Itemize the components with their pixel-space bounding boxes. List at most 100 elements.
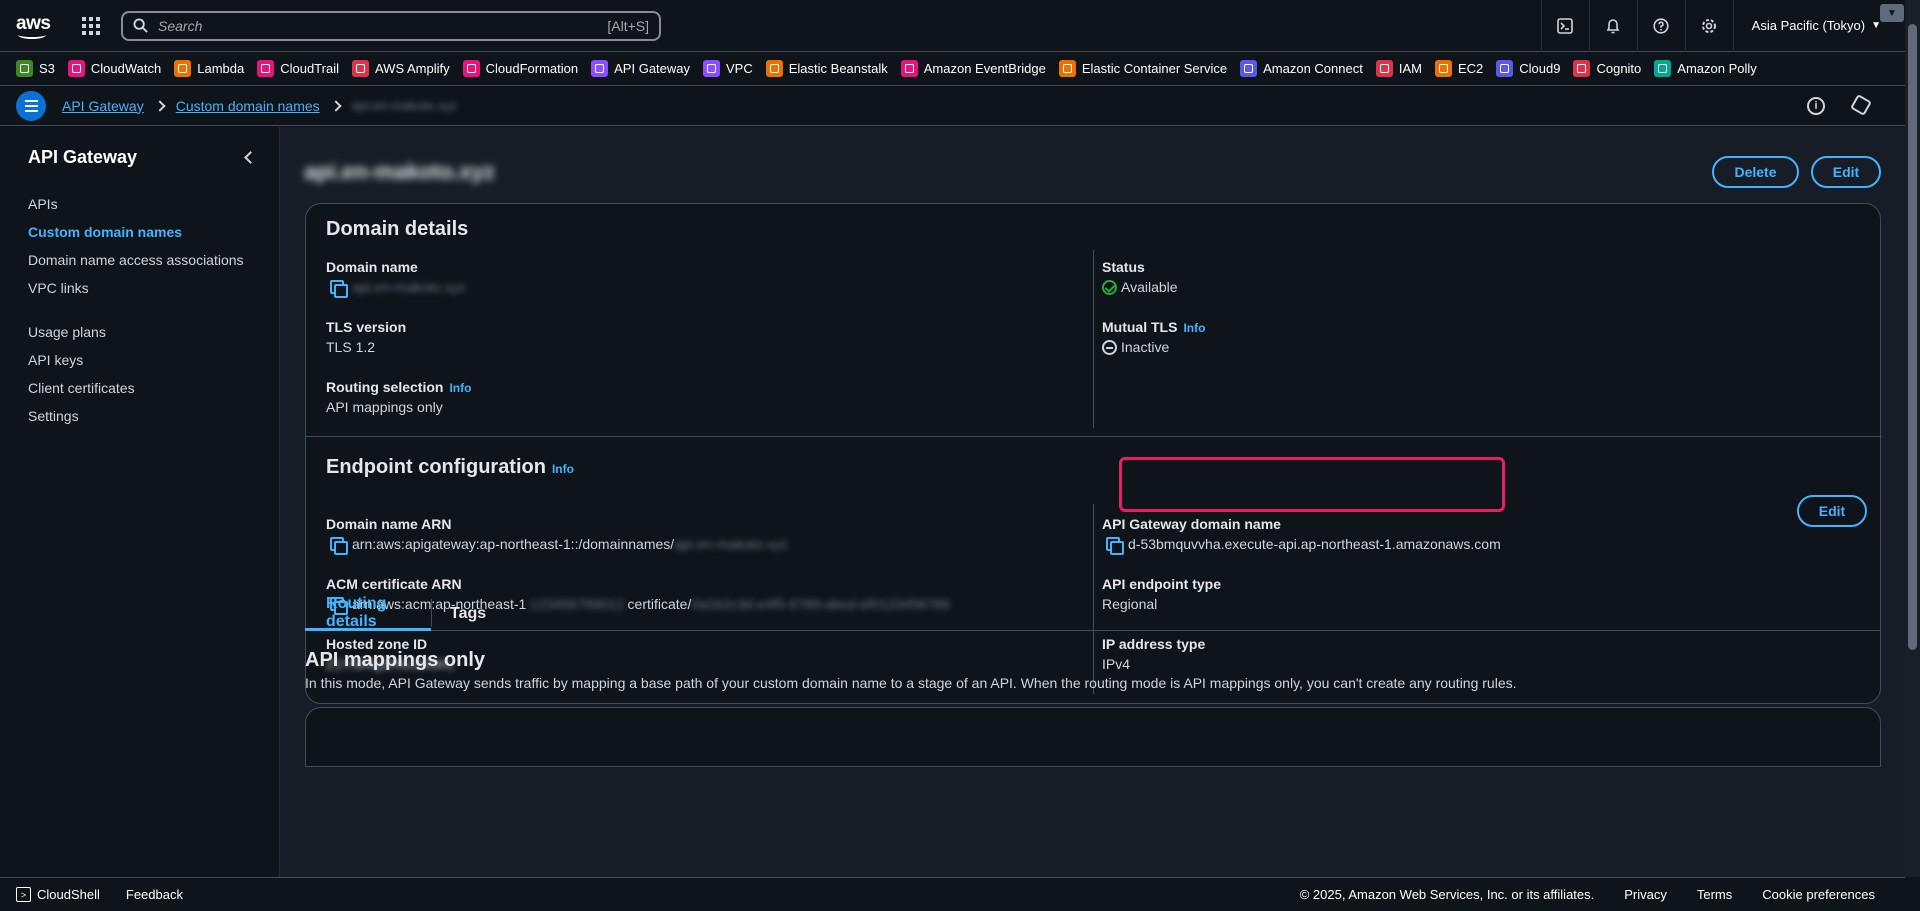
feedback-link[interactable]: Feedback (126, 887, 183, 902)
domain-name-arn-field: Domain name ARN arn:aws:apigateway:ap-no… (326, 516, 788, 555)
tabs: Routing details Tags (305, 595, 1881, 631)
favorite-label: VPC (726, 61, 753, 76)
favorite-elastic-beanstalk[interactable]: Elastic Beanstalk (765, 60, 888, 77)
ip-address-type-label: IP address type (1102, 636, 1206, 652)
tab-tags[interactable]: Tags (450, 597, 486, 631)
favorite-cloudwatch[interactable]: CloudWatch (67, 60, 162, 77)
favorite-label: Cognito (1596, 61, 1642, 76)
favorite-label: Amazon EventBridge (923, 61, 1046, 76)
minus-circle-icon (1102, 339, 1117, 355)
favorites-bar: S3 CloudWatch Lambda CloudTrail AWS Amplify C… (0, 52, 1905, 86)
sidebar-item-client-certificates[interactable]: Client certificates (28, 374, 251, 402)
edit-button[interactable]: Edit (1811, 156, 1881, 188)
favorite-label: Cloud9 (1519, 61, 1561, 76)
copy-icon[interactable] (1106, 537, 1124, 555)
favorite-amazon-polly[interactable]: Amazon Polly (1654, 60, 1757, 77)
info-icon[interactable]: i (1807, 96, 1825, 115)
sidebar-item-apis[interactable]: APIs (28, 190, 251, 218)
privacy-link[interactable]: Privacy (1624, 887, 1667, 902)
copy-icon[interactable] (330, 537, 348, 555)
bell-icon[interactable] (1588, 0, 1637, 52)
aws-logo[interactable]: aws (16, 11, 51, 41)
service-icon (1375, 60, 1393, 77)
copy-icon[interactable] (330, 280, 348, 298)
favorite-aws-amplify[interactable]: AWS Amplify (351, 60, 450, 77)
favorite-iam[interactable]: IAM (1375, 60, 1422, 77)
service-icon (462, 60, 480, 77)
favorite-cloud9[interactable]: Cloud9 (1496, 60, 1560, 77)
status-label: Status (1102, 259, 1145, 275)
favorite-ec2[interactable]: EC2 (1434, 60, 1484, 77)
tab-routing-details[interactable]: Routing details (305, 595, 431, 631)
favorite-cloudtrail[interactable]: CloudTrail (257, 60, 339, 77)
page-title: api.en-makoto.xyz (304, 159, 495, 184)
domain-name-arn-value: arn:aws:apigateway:ap-northeast-1::/doma… (352, 536, 675, 552)
sidebar-item-api-keys[interactable]: API keys (28, 346, 251, 374)
sidebar-item-settings[interactable]: Settings (28, 402, 251, 430)
favorite-label: CloudFormation (485, 61, 579, 76)
endpoint-edit-button[interactable]: Edit (1797, 495, 1867, 527)
sidebar-item-vpc-links[interactable]: VPC links (28, 274, 251, 302)
top-navigation: aws Search [Alt+S] Asia Pacific (Tokyo) … (0, 0, 1905, 52)
hexagon-settings-icon[interactable] (1850, 93, 1872, 116)
terms-link[interactable]: Terms (1697, 887, 1732, 902)
favorite-s3[interactable]: S3 (16, 60, 55, 77)
favorite-label: Lambda (197, 61, 245, 76)
favorite-cognito[interactable]: Cognito (1573, 60, 1641, 77)
sidebar-item-domain-name-access-associations[interactable]: Domain name access associations (28, 246, 251, 274)
favorite-amazon-connect[interactable]: Amazon Connect (1240, 60, 1363, 77)
sidebar-item-custom-domain-names[interactable]: Custom domain names (28, 218, 251, 246)
favorite-api-gateway[interactable]: API Gateway (591, 60, 690, 77)
scroll-up-button[interactable]: ▼ (1880, 4, 1904, 22)
region-label: Asia Pacific (Tokyo) (1751, 18, 1866, 33)
endpoint-config-title: Endpoint configuration Info (326, 456, 574, 479)
search-placeholder: Search (158, 17, 203, 34)
status-field: Status Available (1102, 259, 1178, 295)
service-icon (900, 60, 918, 77)
breadcrumb-api-gateway[interactable]: API Gateway (62, 98, 144, 114)
endpoint-config-title-text: Endpoint configuration (326, 456, 546, 478)
favorite-label: EC2 (1457, 61, 1484, 76)
favorite-label: CloudTrail (280, 61, 339, 76)
delete-button[interactable]: Delete (1712, 156, 1799, 188)
domain-name-label: Domain name (326, 259, 418, 275)
favorite-label: Amazon Connect (1263, 61, 1363, 76)
services-menu-icon[interactable] (82, 16, 100, 35)
gear-icon[interactable] (1684, 0, 1733, 52)
status-value: Available (1121, 279, 1178, 295)
service-icon (1058, 60, 1076, 77)
tls-version-field: TLS version TLS 1.2 (326, 319, 406, 355)
domain-details-title: Domain details (326, 218, 469, 240)
favorite-cloudformation[interactable]: CloudFormation (462, 60, 579, 77)
cookie-preferences-link[interactable]: Cookie preferences (1762, 887, 1875, 902)
cloudshell-link[interactable]: CloudShell (37, 887, 100, 902)
copyright-text: © 2025, Amazon Web Services, Inc. or its… (1299, 887, 1595, 902)
cloudshell-icon[interactable] (1540, 0, 1589, 52)
service-icon (765, 60, 783, 77)
breadcrumb-custom-domain-names[interactable]: Custom domain names (176, 98, 320, 114)
favorite-vpc[interactable]: VPC (703, 60, 753, 77)
sidebar-item-usage-plans[interactable]: Usage plans (28, 318, 251, 346)
page-scrollbar[interactable] (1905, 0, 1920, 877)
help-icon[interactable] (1636, 0, 1685, 52)
favorite-amazon-eventbridge[interactable]: Amazon EventBridge (900, 60, 1046, 77)
favorite-lambda[interactable]: Lambda (174, 60, 244, 77)
search-input[interactable]: Search [Alt+S] (121, 10, 661, 41)
tls-version-label: TLS version (326, 319, 407, 335)
sidebar-title: API Gateway (28, 147, 138, 167)
mutual-tls-info-link[interactable]: Info (1183, 321, 1205, 335)
domain-name-arn-label: Domain name ARN (326, 516, 452, 532)
cloudshell-footer-icon: > (16, 887, 31, 902)
service-icon (703, 60, 721, 77)
routing-selection-field: Routing selection Info API mappings only (326, 379, 471, 415)
favorite-label: CloudWatch (90, 61, 162, 76)
service-icon (174, 60, 192, 77)
breadcrumb-current: api.en-makoto.xyz (351, 98, 458, 113)
routing-selection-label: Routing selection (326, 379, 444, 395)
routing-info-link[interactable]: Info (449, 381, 471, 395)
favorite-elastic-container-service[interactable]: Elastic Container Service (1058, 60, 1227, 77)
endpoint-info-link[interactable]: Info (552, 462, 574, 476)
scrollbar-thumb[interactable] (1908, 24, 1917, 650)
menu-icon[interactable] (16, 90, 46, 121)
api-mappings-panel (305, 707, 1881, 767)
